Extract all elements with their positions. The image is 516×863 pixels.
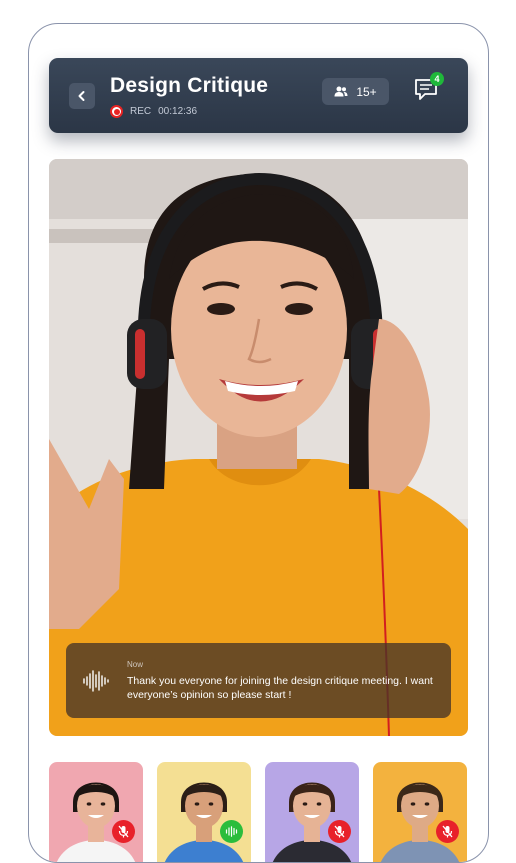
participant-avatar bbox=[273, 782, 351, 862]
record-icon bbox=[110, 105, 123, 118]
caption-time: Now bbox=[127, 660, 144, 669]
chat-button[interactable]: 4 bbox=[413, 72, 444, 105]
caption-text: Thank you everyone for joining the desig… bbox=[127, 675, 433, 701]
participant-avatar bbox=[381, 782, 459, 862]
phone-frame: Design Critique REC 00:12:36 15+ 4 Now T… bbox=[28, 23, 489, 863]
participant-thumbnail[interactable] bbox=[373, 762, 467, 862]
rec-timer: 00:12:36 bbox=[158, 106, 198, 117]
mic-muted-icon[interactable] bbox=[328, 820, 351, 843]
participant-thumbnail[interactable] bbox=[265, 762, 359, 862]
back-button[interactable] bbox=[69, 83, 95, 109]
main-video-feed[interactable]: Now Thank you everyone for joining the d… bbox=[49, 159, 468, 736]
meeting-title: Design Critique bbox=[110, 74, 269, 97]
rec-label: REC bbox=[130, 106, 152, 117]
participant-thumbnail[interactable] bbox=[157, 762, 251, 862]
chevron-left-icon bbox=[78, 91, 85, 101]
chat-badge: 4 bbox=[430, 72, 444, 86]
participant-thumbnail[interactable] bbox=[49, 762, 143, 862]
audio-wave-icon bbox=[83, 670, 109, 692]
participants-count: 15+ bbox=[356, 84, 377, 99]
recording-status: REC 00:12:36 bbox=[110, 105, 197, 118]
live-caption: Now Thank you everyone for joining the d… bbox=[66, 643, 451, 718]
mic-active-icon[interactable] bbox=[220, 820, 243, 843]
participant-avatar bbox=[165, 782, 243, 862]
participant-thumbnails bbox=[49, 762, 468, 862]
mic-muted-icon[interactable] bbox=[436, 820, 459, 843]
participants-button[interactable]: 15+ bbox=[322, 78, 389, 105]
mic-muted-icon[interactable] bbox=[112, 820, 135, 843]
call-header: Design Critique REC 00:12:36 15+ 4 bbox=[49, 58, 468, 133]
participant-avatar bbox=[57, 782, 135, 862]
people-icon bbox=[334, 86, 348, 97]
